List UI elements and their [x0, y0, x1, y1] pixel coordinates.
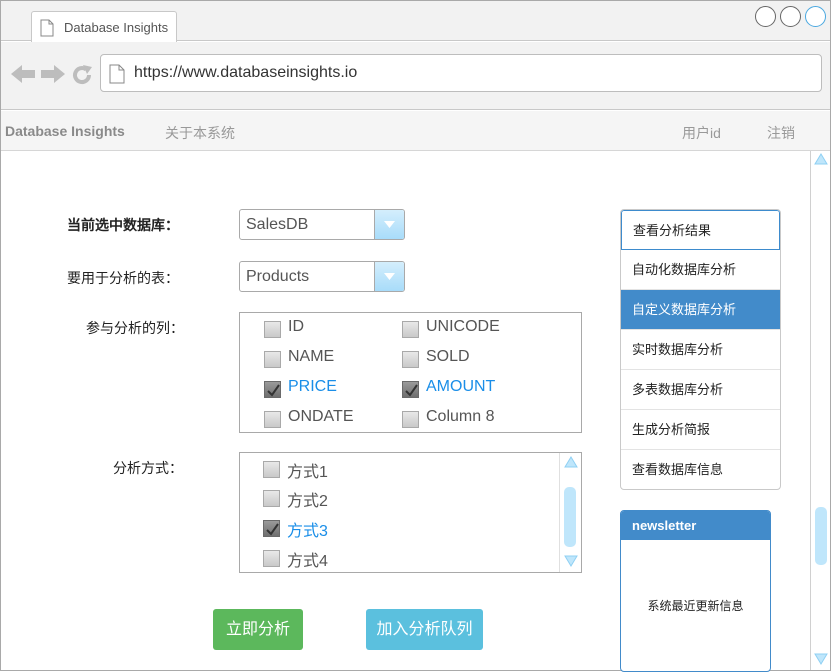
checkbox-label: PRICE [288, 378, 337, 395]
tab-title: Database Insights [64, 20, 169, 35]
analyze-now-button[interactable]: 立即分析 [213, 609, 303, 650]
brand-link[interactable]: Database Insights [5, 123, 125, 139]
newsletter-title: newsletter [621, 511, 770, 540]
checkbox-checked[interactable] [402, 381, 419, 398]
forward-arrow-icon[interactable] [41, 64, 65, 84]
page-icon [40, 19, 54, 37]
checkbox-label: SOLD [426, 348, 470, 365]
menu-item-db-info[interactable]: 查看数据库信息 [621, 450, 780, 489]
method-scrollbar[interactable] [559, 453, 581, 572]
checkbox[interactable] [263, 550, 280, 567]
checkmark-icon [267, 384, 280, 397]
menu-item-realtime-analysis[interactable]: 实时数据库分析 [621, 330, 780, 370]
user-id-link[interactable]: 用户id [682, 123, 721, 143]
database-select-value: SalesDB [246, 216, 309, 233]
table-dropdown-button[interactable] [374, 262, 404, 291]
checkbox-label: 方式4 [287, 553, 328, 570]
checkbox-label: 方式1 [287, 464, 328, 481]
back-arrow-icon[interactable] [11, 64, 35, 84]
newsletter-body: 系统最近更新信息 [647, 599, 744, 613]
method-checklist: 方式1 方式2 方式3 方式4 [239, 452, 582, 573]
checkbox[interactable] [264, 351, 281, 368]
scroll-down-arrow-icon[interactable] [564, 555, 578, 567]
menu-item-auto-analysis[interactable]: 自动化数据库分析 [621, 250, 780, 290]
browser-nav-bar: https://www.databaseinsights.io [1, 42, 830, 110]
browser-tab[interactable]: Database Insights [31, 11, 177, 43]
checkbox[interactable] [402, 411, 419, 428]
menu-item-generate-report[interactable]: 生成分析简报 [621, 410, 780, 450]
window-minimize-button[interactable] [755, 6, 776, 27]
checkbox[interactable] [263, 490, 280, 507]
window-maximize-button[interactable] [780, 6, 801, 27]
current-db-label: 当前选中数据库： [67, 217, 179, 233]
chevron-down-icon [384, 221, 395, 228]
checkbox-checked[interactable] [263, 520, 280, 537]
side-menu: 查看分析结果 自动化数据库分析 自定义数据库分析 实时数据库分析 多表数据库分析… [620, 209, 781, 490]
about-link[interactable]: 关于本系统 [165, 123, 235, 143]
columns-label: 参与分析的列： [86, 320, 184, 336]
page-icon [109, 64, 125, 84]
table-select-value: Products [246, 268, 310, 285]
checkbox-label: UNICODE [426, 318, 500, 335]
checkbox-label: Column 8 [426, 408, 495, 425]
checkbox-checked[interactable] [264, 381, 281, 398]
checkbox-label: 方式2 [287, 493, 328, 510]
chevron-down-icon [384, 273, 395, 280]
checkbox-label: AMOUNT [426, 378, 496, 395]
checkbox[interactable] [264, 411, 281, 428]
newsletter-panel: newsletter 系统最近更新信息 [620, 510, 771, 672]
scrollbar-thumb[interactable] [815, 507, 827, 565]
database-select[interactable]: SalesDB [239, 209, 405, 240]
tab-strip: Database Insights [1, 1, 830, 43]
checkbox-label: 方式3 [287, 523, 328, 540]
url-text: https://www.databaseinsights.io [134, 64, 358, 81]
table-select[interactable]: Products [239, 261, 405, 292]
database-dropdown-button[interactable] [374, 210, 404, 239]
logout-link[interactable]: 注销 [767, 123, 795, 143]
checkmark-icon [266, 523, 279, 536]
menu-item-custom-analysis[interactable]: 自定义数据库分析 [621, 290, 780, 330]
checkbox[interactable] [264, 321, 281, 338]
checkmark-icon [405, 384, 418, 397]
add-to-queue-button[interactable]: 加入分析队列 [366, 609, 483, 650]
checkbox-label: NAME [288, 348, 335, 365]
page-scrollbar[interactable] [810, 151, 830, 670]
columns-checklist: ID UNICODE NAME SOLD PRICE AMOUNT ONDATE… [239, 312, 582, 433]
scroll-up-arrow-icon[interactable] [814, 153, 828, 165]
scroll-down-arrow-icon[interactable] [814, 653, 828, 665]
checkbox[interactable] [402, 321, 419, 338]
address-bar[interactable]: https://www.databaseinsights.io [100, 54, 822, 92]
menu-item-view-results[interactable]: 查看分析结果 [621, 210, 780, 250]
scroll-up-arrow-icon[interactable] [564, 456, 578, 468]
checkbox[interactable] [263, 461, 280, 478]
scrollbar-thumb[interactable] [564, 487, 576, 547]
checkbox-label: ID [288, 318, 304, 335]
method-label: 分析方式： [113, 460, 183, 476]
menu-item-multi-table-analysis[interactable]: 多表数据库分析 [621, 370, 780, 410]
app-navbar: Database Insights 关于本系统 用户id 注销 [1, 111, 830, 151]
checkbox[interactable] [402, 351, 419, 368]
table-label: 要用于分析的表： [67, 270, 179, 286]
window-close-button[interactable] [805, 6, 826, 27]
reload-icon[interactable] [71, 64, 93, 86]
checkbox-label: ONDATE [288, 408, 354, 425]
